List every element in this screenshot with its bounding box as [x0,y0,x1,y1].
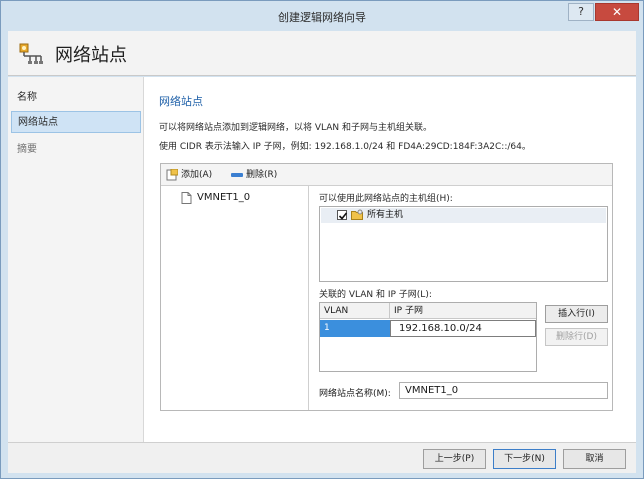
hostgroup-row[interactable]: 所有主机 [321,208,606,223]
cancel-button[interactable]: 取消 [563,449,626,469]
site-label: VMNET1_0 [197,192,251,203]
vlan-subnet-table[interactable]: VLAN IP 子网 1 192.168.10.0/24 [319,302,537,372]
wizard-body: 名称 网络站点 摘要 网络站点 可以将网络站点添加到逻辑网络，以将 VLAN 和… [8,77,636,442]
table-header: VLAN IP 子网 [320,303,536,319]
main-content: 网络站点 可以将网络站点添加到逻辑网络，以将 VLAN 和子网与主机组关联。 使… [158,77,628,442]
hostgroup-icon [351,209,363,221]
nav-item-network-site[interactable]: 网络站点 [11,111,141,133]
subnet-cell-input[interactable]: 192.168.10.0/24 [390,320,536,337]
page-title: 网络站点 [55,45,127,66]
network-site-icon [19,41,45,65]
delete-row-button[interactable]: 删除行(D) [545,328,608,346]
remove-site-button[interactable]: 删除(R) [231,167,291,183]
site-name-input[interactable]: VMNET1_0 [399,382,608,399]
hostgroup-checkbox[interactable] [337,210,348,220]
table-row[interactable]: 1 192.168.10.0/24 [320,320,536,337]
wizard-window: 创建逻辑网络向导 ? ✕ 网络站点 名称 网络站点 摘要 网络站点 可以将网络站… [0,0,644,479]
add-icon [166,168,179,181]
vlan-cell[interactable]: 1 [320,320,390,337]
wizard-header: 网络站点 [8,31,636,76]
help-button[interactable]: ? [568,3,594,21]
column-header-subnet[interactable]: IP 子网 [390,303,536,319]
remove-icon [231,169,243,181]
remove-label: 删除(R) [246,170,278,180]
hostgroup-label: 所有主机 [367,210,404,220]
help-glyph: ? [578,5,584,18]
hostgroups-list[interactable]: 所有主机 [319,206,608,282]
hostgroups-label: 可以使用此网络站点的主机组(H): [319,194,453,204]
document-icon [181,192,192,204]
previous-button[interactable]: 上一步(P) [423,449,486,469]
description-line-2: 使用 CIDR 表示法输入 IP 子网，例如: 192.168.1.0/24 和… [159,142,531,152]
description-line-1: 可以将网络站点添加到逻辑网络，以将 VLAN 和子网与主机组关联。 [159,123,432,133]
close-button[interactable]: ✕ [595,3,639,21]
section-title: 网络站点 [159,95,203,108]
site-list[interactable]: VMNET1_0 [161,186,309,410]
add-label: 添加(A) [181,170,213,180]
close-icon: ✕ [611,5,623,19]
add-site-button[interactable]: 添加(A) [166,167,226,183]
wizard-nav: 名称 网络站点 摘要 [8,77,144,442]
nav-item-summary[interactable]: 摘要 [11,139,141,161]
insert-row-button[interactable]: 插入行(I) [545,305,608,323]
title-bar: 创建逻辑网络向导 ? ✕ [1,1,643,31]
site-toolbar: 添加(A) 删除(R) [161,164,612,186]
nav-item-name[interactable]: 名称 [11,87,141,109]
site-name-label: 网络站点名称(M): [319,389,391,399]
vlan-subnet-label: 关联的 VLAN 和 IP 子网(L): [319,290,432,300]
wizard-footer: 上一步(P) 下一步(N) 取消 [8,442,636,473]
site-editor-panel: 添加(A) 删除(R) VMNET1_0 可以使用此网络站点的主机组(H): 所… [160,163,613,411]
next-button[interactable]: 下一步(N) [493,449,556,469]
column-header-vlan[interactable]: VLAN [320,303,390,319]
window-title: 创建逻辑网络向导 [278,11,366,24]
